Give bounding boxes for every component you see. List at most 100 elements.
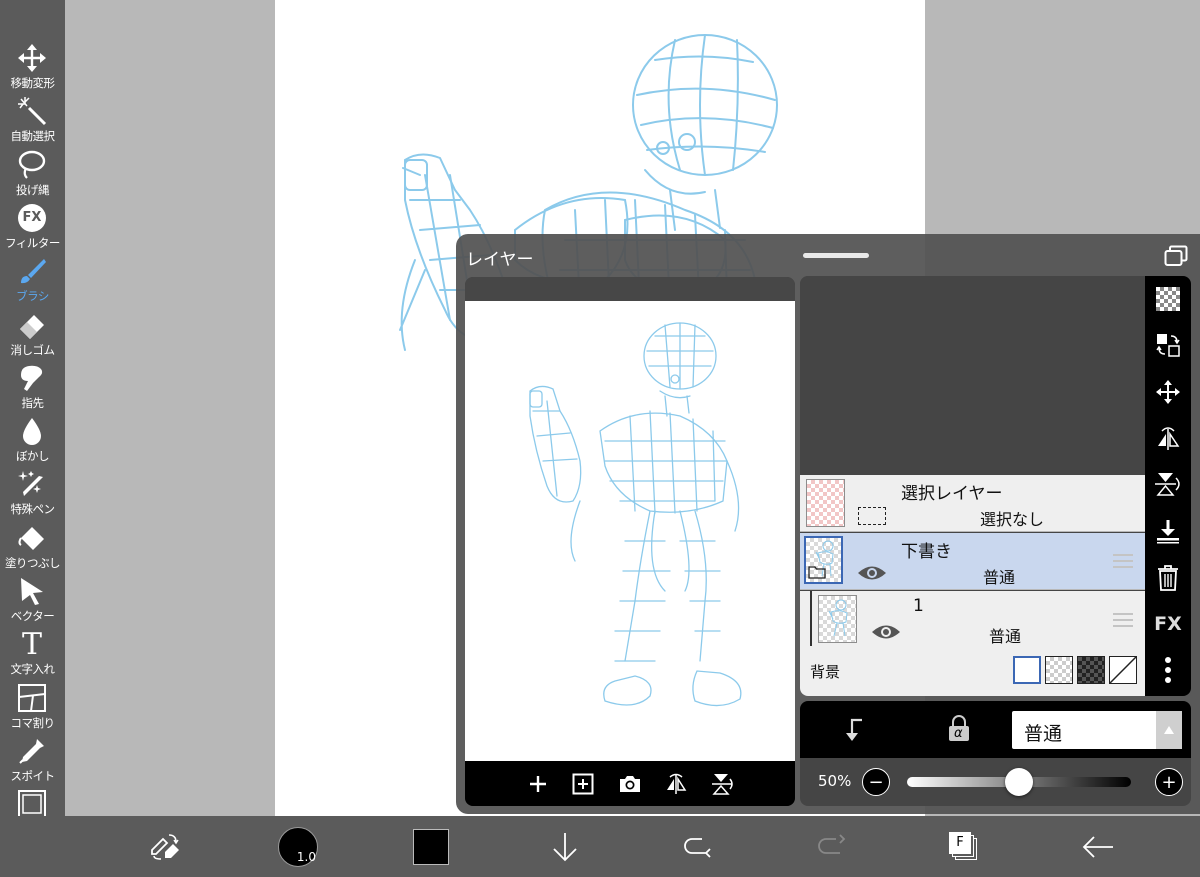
tool-label: コマ割り	[10, 715, 56, 730]
background-white-swatch[interactable]	[1013, 656, 1041, 684]
clip-arrow-icon[interactable]	[840, 715, 866, 743]
tool-label: 塗りつぶし	[4, 555, 61, 570]
tool-fill[interactable]: 塗りつぶし	[0, 521, 65, 574]
canvas-icon	[17, 789, 47, 819]
tool-eyedropper[interactable]: スポイト	[0, 734, 65, 787]
layer-row-1[interactable]: 1 普通	[800, 591, 1145, 648]
tool-lasso[interactable]: 投げ縄	[0, 148, 65, 201]
tool-label: 移動変形	[10, 76, 56, 90]
fx-icon: FX	[17, 203, 47, 233]
tool-special-pen[interactable]: 特殊ペン	[0, 467, 65, 520]
layers-badge: F	[949, 831, 971, 854]
tool-filter[interactable]: FX フィルター	[0, 201, 65, 254]
background-label: 背景	[810, 663, 841, 681]
tool-label: 特殊ペン	[10, 502, 56, 517]
layer-panel-title: レイヤー	[466, 250, 534, 270]
layer-thumbnail	[818, 595, 857, 643]
back-arrow-icon[interactable]	[1078, 816, 1118, 877]
eye-icon[interactable]	[857, 563, 887, 583]
layers-icon[interactable]: F	[944, 816, 984, 877]
special-pen-icon	[17, 469, 47, 499]
tool-label: フィルター	[5, 235, 60, 250]
dropdown-arrow-icon	[1156, 711, 1182, 749]
drag-handle-icon[interactable]	[1113, 554, 1133, 568]
add-icon[interactable]	[523, 769, 553, 799]
color-swatch[interactable]	[410, 816, 452, 877]
layer-list: 選択レイヤー 選択なし 下書き 普通 1 普通 背景	[800, 276, 1145, 696]
layer-panel: レイヤー 選択レイヤー 選択なし 下書き 普通 1 普通 背景 FX α 普通 …	[456, 234, 1200, 814]
tool-label: 投げ縄	[16, 182, 50, 197]
transparency-checker-icon[interactable]	[1153, 284, 1183, 314]
background-checker-light-swatch[interactable]	[1045, 656, 1073, 684]
alpha-lock-icon[interactable]: α	[946, 715, 972, 743]
layer-row-draft[interactable]: 下書き 普通	[800, 533, 1145, 590]
tool-text[interactable]: T 文字入れ	[0, 627, 65, 680]
flip-horizontal-icon[interactable]	[661, 769, 691, 799]
tool-vector[interactable]: ベクター	[0, 574, 65, 627]
tool-eraser[interactable]: 消しゴム	[0, 308, 65, 361]
bucket-icon	[17, 523, 47, 553]
layer-list-empty-area	[800, 276, 1145, 475]
undo-icon[interactable]	[680, 816, 714, 877]
magic-wand-icon	[17, 96, 47, 126]
folder-child-indicator	[810, 591, 812, 648]
move-icon[interactable]	[1153, 377, 1183, 407]
workspace-background-left	[65, 0, 275, 816]
preview-top-strip	[465, 277, 795, 301]
background-row: 背景	[800, 646, 1145, 696]
opacity-slider-thumb[interactable]	[1005, 768, 1033, 796]
tool-label: ぼかし	[16, 449, 50, 464]
lasso-icon	[17, 150, 47, 180]
layer-blend-mode: 普通	[983, 568, 1016, 587]
tool-move[interactable]: 移動変形	[0, 41, 65, 94]
tool-frame-divider[interactable]: コマ割り	[0, 681, 65, 734]
selection-marquee-icon	[858, 507, 886, 525]
tool-label: ベクター	[10, 609, 55, 623]
flip-horizontal-icon[interactable]	[1153, 423, 1183, 453]
flip-vertical-icon[interactable]	[1153, 469, 1183, 499]
preview-sketch	[529, 322, 742, 707]
flip-vertical-icon[interactable]	[707, 769, 737, 799]
tool-label: 文字入れ	[10, 662, 56, 677]
move-arrows-icon	[17, 43, 47, 73]
tool-blur[interactable]: ぼかし	[0, 414, 65, 467]
eye-icon[interactable]	[871, 622, 901, 642]
add-layer-icon[interactable]	[568, 769, 598, 799]
brush-size-indicator[interactable]: 1.0	[276, 816, 320, 877]
selection-layer-name: 選択レイヤー	[901, 484, 1003, 504]
fx-text-icon[interactable]: FX	[1153, 609, 1183, 639]
selection-layer-row[interactable]: 選択レイヤー 選択なし	[800, 475, 1145, 532]
eraser-icon	[17, 310, 47, 340]
layer-blend-mode: 普通	[989, 627, 1022, 646]
tool-label: 指先	[21, 395, 45, 410]
swap-brush-eraser-icon[interactable]	[140, 816, 190, 877]
background-checker-dark-swatch[interactable]	[1077, 656, 1105, 684]
more-vertical-icon[interactable]	[1153, 655, 1183, 685]
restore-window-icon[interactable]	[1164, 245, 1188, 267]
tool-smudge[interactable]: 指先	[0, 361, 65, 414]
blend-mode-bar: α 普通	[800, 701, 1191, 758]
background-none-swatch[interactable]	[1109, 656, 1137, 684]
tool-bar: 移動変形自動選択投げ縄 FX フィルターブラシ 消しゴム指先ぼかし特殊ペン塗りつぶしベ…	[0, 0, 65, 877]
alpha-glyph: α	[954, 726, 963, 741]
trash-icon[interactable]	[1153, 563, 1183, 593]
redo-icon[interactable]	[814, 816, 848, 877]
tool-label: スポイト	[10, 768, 56, 783]
opacity-increase-button[interactable]: +	[1155, 768, 1183, 796]
camera-icon[interactable]	[615, 769, 645, 799]
blend-mode-select[interactable]: 普通	[1012, 711, 1182, 749]
tool-brush[interactable]: ブラシ	[0, 254, 65, 307]
swap-layers-icon[interactable]	[1153, 330, 1183, 360]
opacity-decrease-button[interactable]: −	[862, 768, 890, 796]
opacity-value: 50%	[818, 772, 852, 790]
tool-magic-wand[interactable]: 自動選択	[0, 94, 65, 147]
panel-drag-handle[interactable]	[803, 253, 869, 258]
cursor-arrow-icon	[17, 576, 47, 606]
folder-icon	[808, 564, 826, 579]
selection-status: 選択なし	[980, 510, 1045, 529]
drag-handle-icon[interactable]	[1113, 613, 1133, 627]
canvas-preview[interactable]	[465, 277, 795, 806]
merge-down-icon[interactable]	[1153, 516, 1183, 546]
brush-size-value: 1.0	[296, 849, 316, 864]
download-arrow-icon[interactable]	[548, 816, 582, 877]
